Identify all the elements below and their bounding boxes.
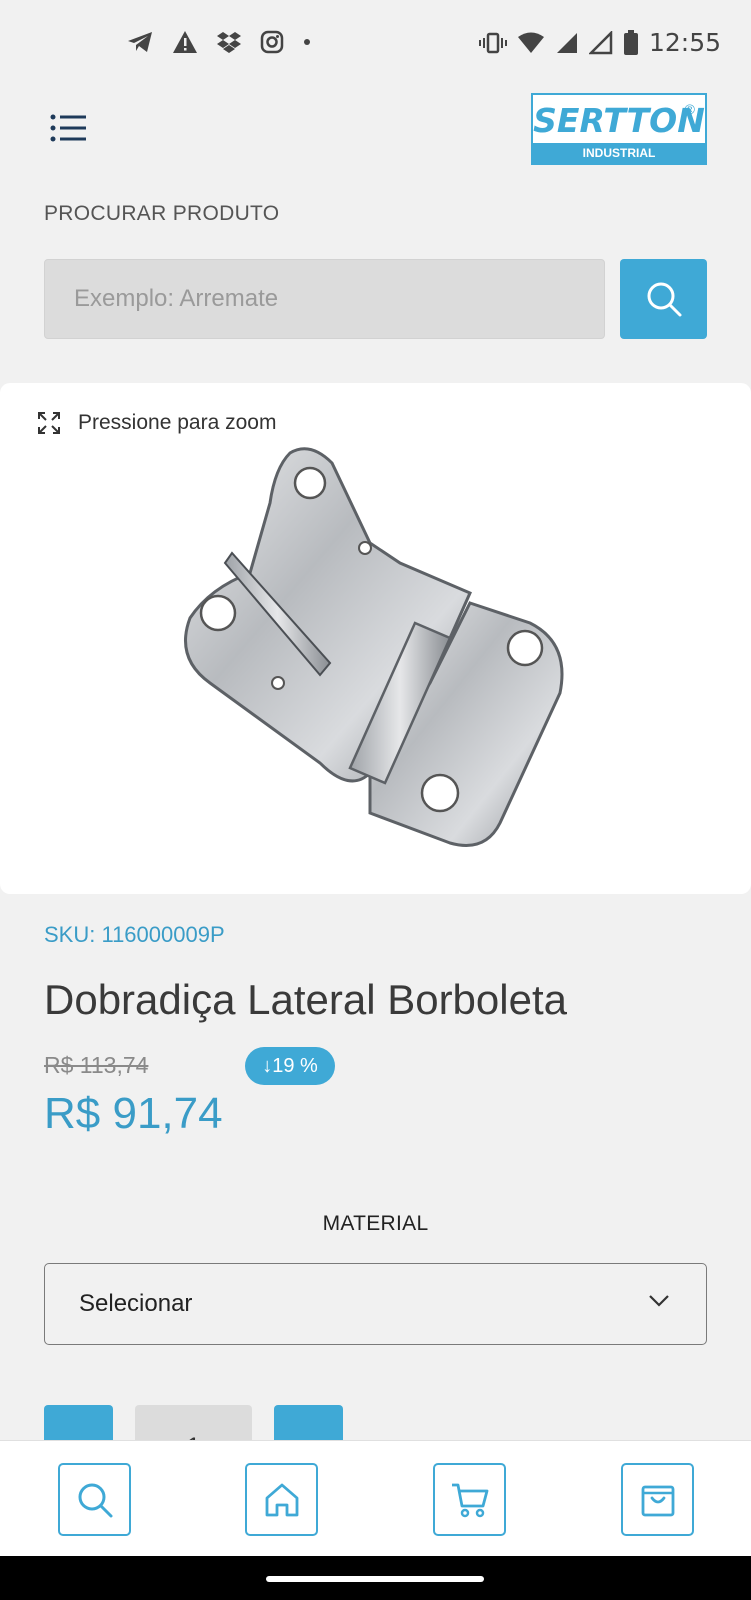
cart-icon xyxy=(451,1483,488,1517)
chevron-down-icon xyxy=(649,1295,669,1307)
battery-icon xyxy=(623,29,638,55)
material-select[interactable]: Selecionar xyxy=(44,1263,707,1345)
nav-bag-button[interactable] xyxy=(621,1463,694,1536)
discount-badge: ↓19 % xyxy=(245,1047,335,1085)
menu-icon[interactable] xyxy=(50,113,86,143)
logo-brand-text: SERTTON xyxy=(533,101,705,140)
search-input[interactable]: Exemplo: Arremate xyxy=(44,259,605,339)
system-icons: 12:55 xyxy=(478,28,721,57)
current-price: R$ 91,74 xyxy=(44,1089,223,1138)
vibrate-icon xyxy=(478,32,507,53)
wifi-icon xyxy=(517,32,544,53)
dropbox-icon xyxy=(217,32,241,53)
product-sku: SKU: 116000009P xyxy=(44,922,225,947)
home-gesture-handle[interactable] xyxy=(266,1576,484,1582)
bottom-navigation xyxy=(0,1440,751,1556)
search-button[interactable] xyxy=(620,259,707,339)
nav-search-button[interactable] xyxy=(58,1463,131,1536)
status-bar: 12:55 xyxy=(0,0,751,86)
search-label: PROCURAR PRODUTO xyxy=(44,202,280,225)
warning-icon xyxy=(173,31,197,53)
home-icon xyxy=(265,1483,298,1516)
old-price: R$ 113,74 xyxy=(44,1052,149,1078)
telegram-icon xyxy=(128,32,152,52)
material-select-value: Selecionar xyxy=(79,1290,193,1317)
material-label: MATERIAL xyxy=(322,1212,429,1235)
zoom-hint-text: Pressione para zoom xyxy=(78,411,277,434)
logo-sub-text: INDUSTRIAL xyxy=(533,143,705,163)
brand-logo[interactable]: SERTTON ® INDUSTRIAL xyxy=(531,93,707,165)
product-image-card[interactable]: Pressione para zoom xyxy=(0,383,751,894)
product-image-hinge[interactable] xyxy=(170,443,590,863)
search-icon xyxy=(647,282,681,317)
system-navigation-bar xyxy=(0,1556,751,1600)
bag-icon xyxy=(641,1485,674,1516)
search-icon xyxy=(78,1483,112,1517)
clock: 12:55 xyxy=(648,28,721,57)
logo-registered-mark: ® xyxy=(684,101,695,117)
signal-empty-icon xyxy=(588,30,613,54)
nav-cart-button[interactable] xyxy=(433,1463,506,1536)
instagram-icon xyxy=(260,30,284,54)
zoom-hint: Pressione para zoom xyxy=(38,411,276,435)
dot-icon xyxy=(304,39,310,45)
notification-icons xyxy=(126,30,312,54)
nav-home-button[interactable] xyxy=(245,1463,318,1536)
product-title: Dobradiça Lateral Borboleta xyxy=(44,976,567,1023)
expand-icon xyxy=(38,412,60,434)
signal-icon xyxy=(556,32,577,53)
